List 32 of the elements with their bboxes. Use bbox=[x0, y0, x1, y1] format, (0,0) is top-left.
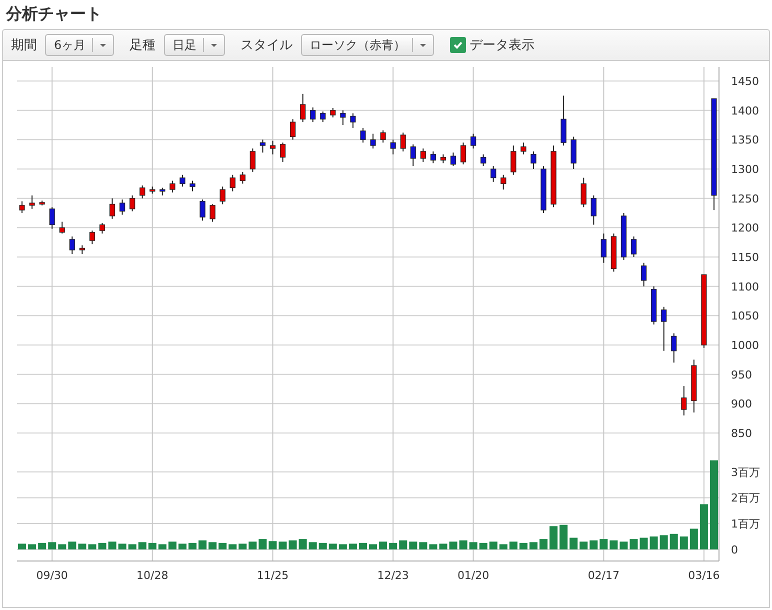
axis-label: 1050 bbox=[731, 310, 759, 323]
axis-label: 01/20 bbox=[457, 569, 490, 582]
page-title: 分析チャート bbox=[4, 3, 103, 25]
bar-type-select[interactable]: 日足 bbox=[164, 34, 225, 56]
axis-label: 1100 bbox=[731, 280, 759, 294]
style-select[interactable]: ローソク（赤青） bbox=[300, 34, 434, 56]
axis-label: 1400 bbox=[731, 104, 759, 118]
axis-label: 900 bbox=[731, 398, 752, 411]
axis-label: 1450 bbox=[731, 75, 759, 88]
axis-label: 10/28 bbox=[136, 569, 168, 582]
field-label: スタイル bbox=[240, 37, 293, 54]
field-label: 期間 bbox=[11, 37, 37, 54]
field-label: 足種 bbox=[130, 37, 156, 54]
axis-label: 1250 bbox=[731, 192, 759, 206]
axis-label: 0 bbox=[731, 543, 738, 556]
axis-label: 850 bbox=[731, 427, 752, 440]
axis-label: 1百万 bbox=[731, 518, 760, 531]
axis-label: 1200 bbox=[731, 222, 759, 235]
axis-label: 1000 bbox=[731, 339, 759, 352]
checkbox-label: データ表示 bbox=[470, 37, 535, 54]
axis-label: 950 bbox=[731, 368, 752, 382]
axis-label: 1150 bbox=[731, 251, 759, 264]
period-select[interactable]: 6ヶ月 bbox=[45, 34, 114, 56]
axis-label: 12/23 bbox=[377, 569, 409, 582]
axis-label: 1350 bbox=[731, 134, 759, 147]
axis-label: 03/16 bbox=[688, 569, 720, 582]
axis-label: 3百万 bbox=[731, 466, 760, 479]
axis-label: 02/17 bbox=[588, 569, 620, 582]
axis-label: 09/30 bbox=[36, 569, 68, 582]
axis-label: 1300 bbox=[731, 163, 759, 176]
axis-label: 2百万 bbox=[731, 492, 760, 505]
axis-label: 11/25 bbox=[256, 569, 289, 582]
